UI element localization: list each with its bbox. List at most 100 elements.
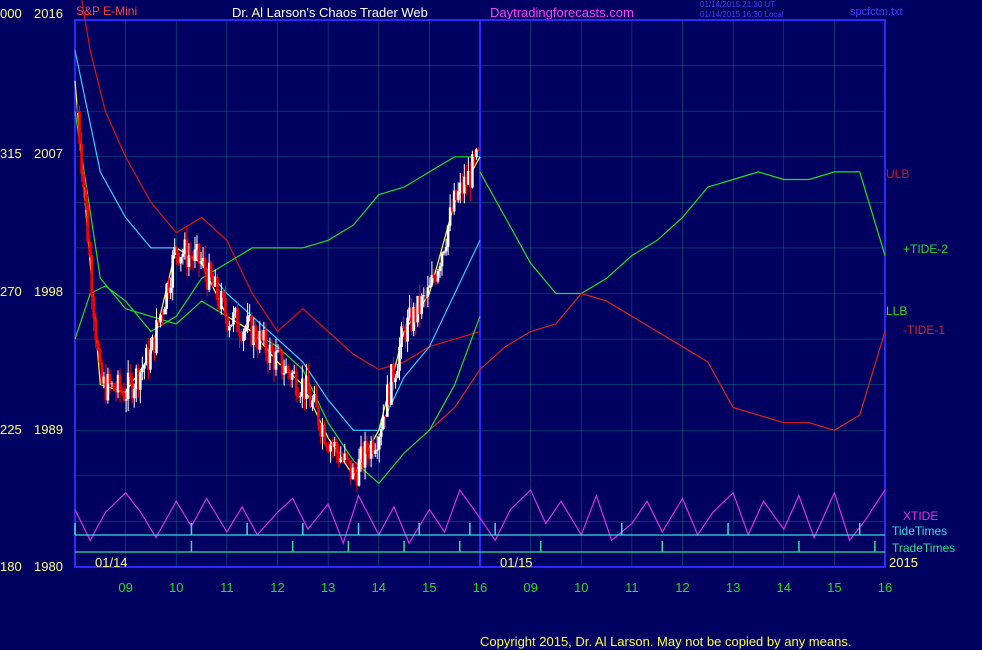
price-bar-body	[222, 290, 225, 298]
price-bar-body	[286, 365, 290, 373]
price-bar-body	[444, 246, 448, 252]
price-bar-body	[197, 243, 201, 264]
price-bar-body	[280, 351, 284, 375]
price-bar-body	[379, 429, 383, 437]
price-bar-body	[246, 315, 249, 328]
price-bar-body	[94, 318, 98, 341]
price-bar-body	[203, 257, 207, 273]
price-bar-body	[264, 330, 268, 354]
price-bar-body	[242, 331, 245, 341]
price-bar-body	[357, 459, 361, 486]
price-bar-body	[400, 326, 403, 348]
price-bar-body	[108, 374, 112, 385]
price-bar-body	[475, 149, 478, 158]
price-bar-body	[294, 371, 298, 396]
x-tick-label: 11	[220, 580, 234, 595]
price-bar-body	[428, 285, 432, 288]
price-bar-body	[179, 257, 183, 264]
site-url[interactable]: Daytradingforecasts.com	[490, 5, 634, 20]
price-bar-body	[80, 144, 83, 174]
price-bar-body	[230, 324, 233, 327]
price-bar-body	[163, 308, 166, 315]
y-tick-left-180: 180	[0, 559, 22, 574]
price-bar-body	[278, 350, 282, 352]
price-bar-body	[254, 325, 258, 344]
price-bar-body	[84, 187, 87, 204]
price-bar-body	[78, 111, 81, 145]
x-tick-label: 14	[777, 580, 791, 595]
price-bar-body	[282, 372, 286, 375]
price-bar-body	[189, 255, 193, 259]
y-tick-right-top: 2016	[34, 6, 63, 21]
y-tick-left-top: 000	[0, 6, 22, 21]
price-bar-body	[199, 260, 203, 264]
y-tick-right-1980: 1980	[34, 559, 63, 574]
price-bar-body	[238, 331, 241, 337]
label-tide-2: +TIDE-2	[903, 242, 948, 256]
price-bar-body	[432, 274, 436, 279]
year-label: 2015	[889, 555, 918, 570]
price-bar-body	[307, 375, 310, 395]
x-tick-label: 13	[321, 580, 335, 595]
price-bar-body	[124, 399, 128, 401]
price-bar-body	[118, 374, 122, 391]
price-bar-body	[446, 225, 450, 247]
price-bar-body	[161, 314, 164, 316]
price-bar-body	[382, 415, 385, 430]
price-bar-body	[274, 351, 278, 370]
date-label-0115: 01/15	[500, 555, 533, 570]
price-bar-body	[298, 396, 302, 398]
price-bar-body	[398, 347, 401, 371]
price-bar-body	[394, 377, 397, 383]
label-ulb: ULB	[886, 167, 909, 181]
y-tick-left-225: 225	[0, 422, 22, 437]
x-tick-label: 12	[270, 580, 284, 595]
price-bar-body	[345, 453, 349, 459]
price-bar-body	[406, 317, 409, 342]
label-trade-times: TradeTimes	[892, 541, 955, 555]
price-bar-body	[139, 372, 142, 390]
x-tick-label: 10	[574, 580, 588, 595]
price-bar-body	[228, 326, 231, 331]
price-bar-body	[353, 467, 357, 474]
price-bar-body	[315, 394, 318, 408]
price-bar-body	[323, 425, 326, 445]
copyright: Copyright 2015, Dr. Al Larson. May not b…	[480, 634, 851, 649]
price-bar-body	[311, 400, 314, 407]
price-bar-body	[325, 444, 328, 447]
price-bar-body	[141, 368, 144, 373]
price-bar-body	[290, 372, 294, 380]
price-bar-body	[373, 450, 377, 454]
price-bar-body	[169, 287, 172, 293]
label-tide-times: TideTimes	[892, 524, 947, 538]
price-bar-body	[128, 372, 132, 378]
x-tick-label: 09	[118, 580, 132, 595]
x-tick-label: 11	[625, 580, 639, 595]
instrument-label: S&P E-Mini	[76, 4, 137, 18]
date-label-0114: 01/14	[95, 555, 128, 570]
label-llb: LLB	[886, 304, 907, 318]
data-file-name: spcfctm.txt	[850, 6, 903, 18]
price-bar-body	[232, 312, 235, 325]
price-bar-body	[96, 340, 100, 349]
site-title: Dr. Al Larson's Chaos Trader Web	[232, 5, 428, 20]
price-bar-body	[175, 247, 179, 253]
price-bar-body	[171, 254, 175, 288]
price-bar-body	[396, 370, 399, 378]
price-bar-body	[456, 191, 460, 201]
x-tick-label: 09	[523, 580, 537, 595]
y-tick-right-1989: 1989	[34, 422, 63, 437]
price-bar-body	[420, 296, 424, 315]
price-bar-body	[442, 251, 446, 254]
price-bar-body	[88, 241, 91, 256]
price-bar-body	[86, 203, 89, 242]
price-bar-body	[90, 255, 94, 297]
price-bar-body	[98, 348, 102, 363]
price-bar-body	[436, 271, 440, 282]
x-tick-label: 10	[169, 580, 183, 595]
x-tick-label: 16	[473, 580, 487, 595]
price-bar-body	[317, 407, 320, 427]
x-tick-label: 15	[827, 580, 841, 595]
price-bar-body	[143, 365, 146, 369]
price-bar-body	[120, 390, 124, 393]
